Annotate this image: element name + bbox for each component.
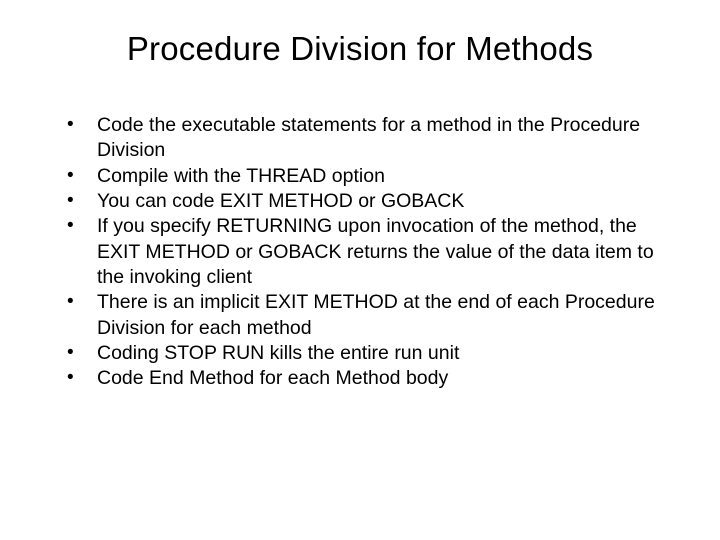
list-item: You can code EXIT METHOD or GOBACK <box>67 189 675 214</box>
bullet-list: Code the executable statements for a met… <box>45 113 675 392</box>
list-item: Code End Method for each Method body <box>67 366 675 391</box>
list-item: There is an implicit EXIT METHOD at the … <box>67 290 675 341</box>
list-item: Coding STOP RUN kills the entire run uni… <box>67 341 675 366</box>
list-item: Code the executable statements for a met… <box>67 113 675 164</box>
list-item: Compile with the THREAD option <box>67 164 675 189</box>
list-item: If you specify RETURNING upon invocation… <box>67 214 675 290</box>
slide-title: Procedure Division for Methods <box>45 30 675 68</box>
